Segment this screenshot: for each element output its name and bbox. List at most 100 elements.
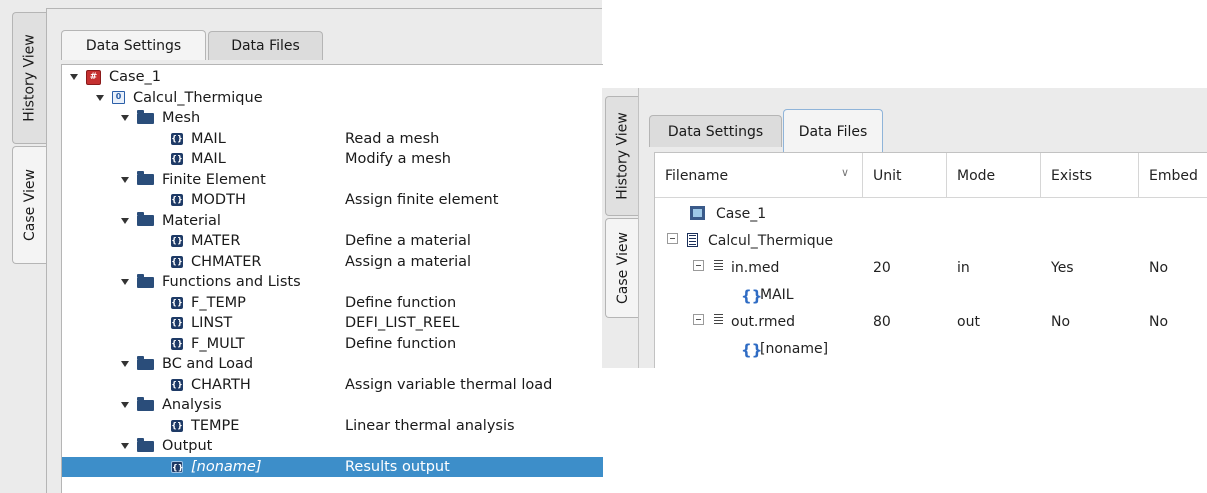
left-window: History View Case View Data Settings Dat…: [0, 0, 603, 493]
tree-row-lead: Output: [121, 437, 213, 455]
column-header-unit-label: Unit: [873, 167, 902, 184]
tree-item-name: Output: [162, 438, 213, 455]
tab-data-settings-label-2: Data Settings: [667, 123, 764, 140]
column-header-filename[interactable]: Filename ∨: [655, 153, 863, 198]
tree-item-name: Case_1: [109, 69, 161, 86]
tree-row[interactable]: 0 Calcul_Thermique: [62, 88, 603, 109]
filename-cell: Calcul_Thermique: [708, 233, 834, 249]
expand-arrow-icon[interactable]: [121, 217, 129, 224]
folder-icon: [137, 396, 154, 411]
file-table-row[interactable]: {} [noname]: [655, 336, 1207, 363]
tree-row-lead: {} F_TEMP: [171, 295, 246, 311]
tree-item-name: MATER: [191, 233, 241, 250]
filename-cell: Case_1: [716, 206, 767, 222]
column-header-embed[interactable]: Embed: [1139, 153, 1207, 198]
tree-item-name: Mesh: [162, 110, 201, 127]
document-icon: [687, 233, 698, 247]
file-table-row[interactable]: {} MAIL: [655, 282, 1207, 309]
tree-row[interactable]: {} MAIL Read a mesh: [62, 129, 603, 150]
expand-arrow-icon[interactable]: [70, 74, 78, 81]
tree-row-lead: BC and Load: [121, 355, 254, 373]
tree-row-lead: Analysis: [121, 396, 222, 413]
tree-row-lead: Mesh: [121, 109, 201, 127]
collapse-icon[interactable]: [667, 233, 678, 244]
expand-arrow-icon[interactable]: [121, 402, 129, 409]
tree-item-name: [noname]: [191, 458, 262, 475]
tree-row[interactable]: {} MAIL Modify a mesh: [62, 149, 603, 170]
tab-data-files[interactable]: Data Files: [208, 31, 323, 60]
tree-item-name: MAIL: [191, 130, 226, 147]
side-tab-history-view-2[interactable]: History View: [605, 96, 639, 216]
tree-row[interactable]: Output: [62, 436, 603, 457]
expand-arrow-icon[interactable]: [96, 94, 104, 101]
right-window: History View Case View Data Settings Dat…: [602, 88, 1207, 368]
folder-icon: [137, 273, 154, 288]
tree-row[interactable]: {} F_MULT Define function: [62, 334, 603, 355]
side-tab-history-label: History View: [21, 34, 38, 122]
tree-row-lead: {} MAIL: [171, 131, 226, 147]
tree-row[interactable]: BC and Load: [62, 354, 603, 375]
tree-row[interactable]: {} TEMPE Linear thermal analysis: [62, 416, 603, 437]
tree-row[interactable]: # Case_1: [62, 67, 603, 88]
tree-row[interactable]: {} [noname] Results output: [62, 456, 603, 477]
expand-arrow-icon[interactable]: [121, 279, 129, 286]
column-header-exists[interactable]: Exists: [1041, 153, 1139, 198]
tree-item-name: BC and Load: [162, 356, 254, 373]
tab-data-files-label-2: Data Files: [798, 123, 868, 140]
command-icon: {}: [171, 194, 183, 207]
file-table-row[interactable]: Calcul_Thermique: [655, 228, 1207, 255]
tree-row-lead: {} MAIL: [171, 151, 226, 167]
side-tab-case-view[interactable]: Case View: [12, 146, 46, 264]
column-header-exists-label: Exists: [1051, 167, 1093, 184]
tree-item-description: Assign a material: [345, 253, 472, 270]
tree-row[interactable]: Material: [62, 211, 603, 232]
tab-data-files-2[interactable]: Data Files: [783, 109, 883, 153]
file-table-row[interactable]: Case_1: [655, 201, 1207, 228]
tree-row[interactable]: Mesh: [62, 108, 603, 129]
tree-row[interactable]: Functions and Lists: [62, 272, 603, 293]
column-header-unit[interactable]: Unit: [863, 153, 947, 198]
tab-data-settings-2[interactable]: Data Settings: [649, 115, 782, 147]
tree-item-name: Calcul_Thermique: [133, 89, 263, 106]
column-header-mode[interactable]: Mode: [947, 153, 1041, 198]
side-tab-case-view-2[interactable]: Case View: [605, 218, 639, 318]
file-icon: [714, 260, 723, 271]
case-icon: [690, 206, 705, 220]
column-header-filename-label: Filename: [665, 167, 729, 184]
tab-data-settings[interactable]: Data Settings: [61, 30, 206, 60]
tree-row-lead: Finite Element: [121, 171, 266, 188]
stage-icon: 0: [112, 91, 125, 105]
expand-arrow-icon[interactable]: [121, 176, 129, 183]
collapse-icon[interactable]: [693, 314, 704, 325]
tree-item-name: LINST: [191, 315, 233, 332]
collapse-icon[interactable]: [693, 260, 704, 271]
expand-arrow-icon[interactable]: [121, 115, 129, 122]
tree-item-description: Read a mesh: [345, 130, 440, 147]
file-table-row[interactable]: out.rmed 80 out No No: [655, 309, 1207, 336]
side-tab-history-view[interactable]: History View: [12, 12, 46, 144]
side-tab-case-label: Case View: [21, 169, 38, 241]
tree-row[interactable]: Analysis: [62, 395, 603, 416]
tree-row[interactable]: Finite Element: [62, 170, 603, 191]
tree-row[interactable]: {} MATER Define a material: [62, 231, 603, 252]
tree-row[interactable]: {} F_TEMP Define function: [62, 293, 603, 314]
file-table-row[interactable]: in.med 20 in Yes No: [655, 255, 1207, 282]
expand-arrow-icon[interactable]: [121, 361, 129, 368]
tree-row[interactable]: {} CHARTH Assign variable thermal load: [62, 375, 603, 396]
tree-item-name: TEMPE: [191, 417, 240, 434]
tree-row-lead: {} F_MULT: [171, 336, 245, 352]
tree-row[interactable]: {} LINST DEFI_LIST_REEL: [62, 313, 603, 334]
tree-row-lead: 0 Calcul_Thermique: [96, 90, 263, 106]
tab-data-settings-label: Data Settings: [85, 37, 182, 54]
tree-row[interactable]: {} CHMATER Assign a material: [62, 252, 603, 273]
mode-cell: in: [957, 260, 970, 276]
tree-row[interactable]: {} MODTH Assign finite element: [62, 190, 603, 211]
folder-icon: [137, 355, 154, 370]
tree-item-description: Assign finite element: [345, 192, 499, 209]
sort-chevron-icon: ∨: [841, 166, 850, 179]
tree-item-name: Functions and Lists: [162, 274, 301, 291]
expand-arrow-icon[interactable]: [121, 443, 129, 450]
tree-item-description: Results output: [345, 458, 450, 475]
command-icon: {}: [171, 296, 183, 309]
tree-item-description: Linear thermal analysis: [345, 417, 515, 434]
